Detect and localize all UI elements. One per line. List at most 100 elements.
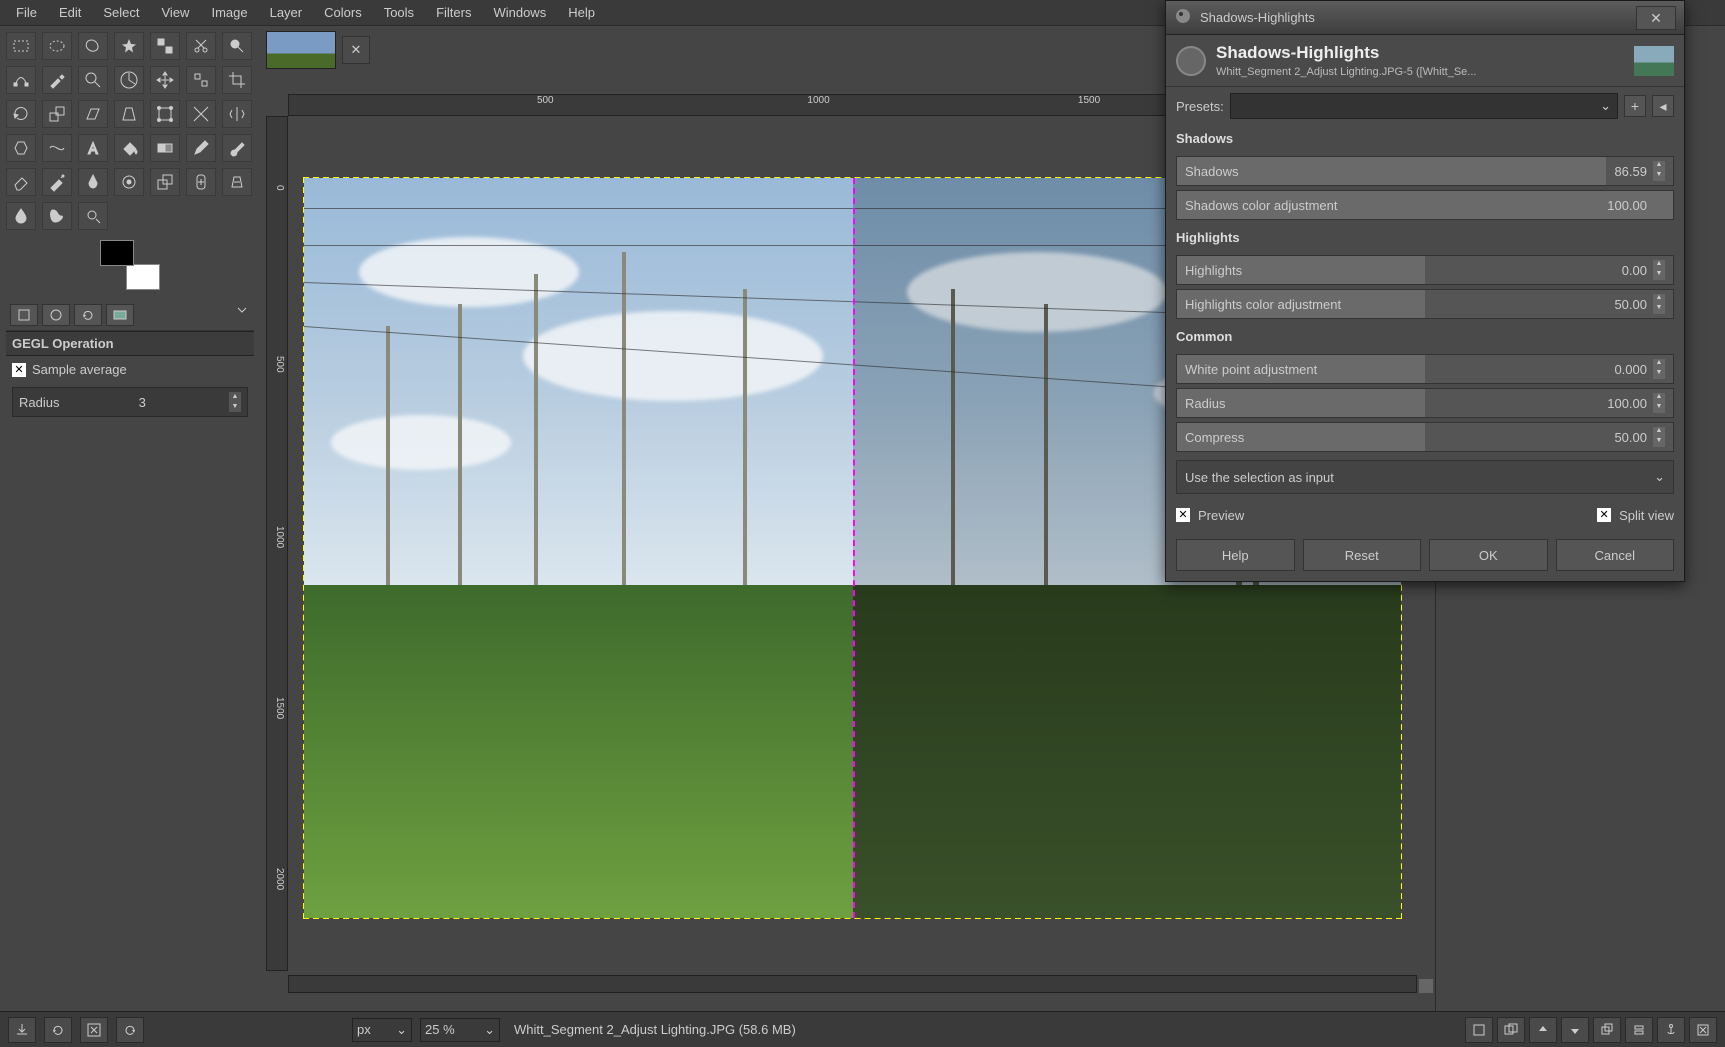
flip-tool[interactable] bbox=[222, 100, 252, 128]
anchor-layer-icon[interactable] bbox=[1657, 1017, 1685, 1043]
measure-tool[interactable] bbox=[114, 66, 144, 94]
spinner-icon[interactable]: ▲▼ bbox=[1653, 393, 1665, 413]
checkbox-checked-icon[interactable]: ✕ bbox=[12, 363, 26, 377]
heal-tool[interactable] bbox=[186, 168, 216, 196]
pencil-tool[interactable] bbox=[186, 134, 216, 162]
perspective-tool[interactable] bbox=[114, 100, 144, 128]
airbrush-tool[interactable] bbox=[42, 168, 72, 196]
fuzzy-select-tool[interactable] bbox=[114, 32, 144, 60]
compress-slider[interactable]: Compress 50.00 ▲▼ bbox=[1176, 422, 1674, 452]
selection-input-dropdown[interactable]: Use the selection as input ⌄ bbox=[1176, 460, 1674, 494]
menu-help[interactable]: Help bbox=[558, 2, 605, 23]
merge-layer-icon[interactable] bbox=[1625, 1017, 1653, 1043]
foreground-select-tool[interactable] bbox=[222, 32, 252, 60]
fg-bg-colors[interactable] bbox=[100, 240, 160, 290]
dialog-close-icon[interactable]: ✕ bbox=[1636, 6, 1676, 30]
menu-filters[interactable]: Filters bbox=[426, 2, 481, 23]
split-view-divider[interactable] bbox=[853, 178, 855, 918]
rotate-tool[interactable] bbox=[6, 100, 36, 128]
duplicate-layer-icon[interactable] bbox=[1593, 1017, 1621, 1043]
fg-color-swatch[interactable] bbox=[100, 240, 134, 266]
close-tab-icon[interactable]: ✕ bbox=[342, 36, 370, 64]
shear-tool[interactable] bbox=[78, 100, 108, 128]
ok-button[interactable]: OK bbox=[1429, 539, 1548, 571]
text-tool[interactable] bbox=[78, 134, 108, 162]
cage-tool[interactable] bbox=[6, 134, 36, 162]
radius-spinner[interactable]: ▲▼ bbox=[229, 392, 241, 412]
bg-color-swatch[interactable] bbox=[126, 264, 160, 290]
configure-tab-icon[interactable] bbox=[236, 304, 250, 318]
new-group-icon[interactable] bbox=[1497, 1017, 1525, 1043]
scale-tool[interactable] bbox=[42, 100, 72, 128]
presets-dropdown[interactable]: ⌄ bbox=[1230, 93, 1618, 119]
menu-colors[interactable]: Colors bbox=[314, 2, 372, 23]
mypaint-tool[interactable] bbox=[114, 168, 144, 196]
spinner-icon[interactable]: ▲▼ bbox=[1653, 359, 1665, 379]
menu-select[interactable]: Select bbox=[93, 2, 149, 23]
navigation-icon[interactable] bbox=[1419, 979, 1433, 993]
reset-button[interactable]: Reset bbox=[1303, 539, 1422, 571]
whitepoint-slider[interactable]: White point adjustment 0.000 ▲▼ bbox=[1176, 354, 1674, 384]
menu-file[interactable]: File bbox=[6, 2, 47, 23]
eraser-tool[interactable] bbox=[6, 168, 36, 196]
images-tab-icon[interactable] bbox=[106, 304, 134, 326]
menu-image[interactable]: Image bbox=[201, 2, 257, 23]
spinner-icon[interactable]: ▲▼ bbox=[1653, 427, 1665, 447]
highlights-slider[interactable]: Highlights 0.00 ▲▼ bbox=[1176, 255, 1674, 285]
clone-tool[interactable] bbox=[150, 168, 180, 196]
dialog-titlebar[interactable]: Shadows-Highlights ✕ bbox=[1166, 1, 1684, 35]
preview-checkbox-icon[interactable]: ✕ bbox=[1176, 508, 1190, 522]
gradient-tool[interactable] bbox=[150, 134, 180, 162]
highlights-color-slider[interactable]: Highlights color adjustment 50.00 ▲▼ bbox=[1176, 289, 1674, 319]
shadows-color-slider[interactable]: Shadows color adjustment 100.00 ▲▼ bbox=[1176, 190, 1674, 220]
tool-options-tab-icon[interactable] bbox=[10, 304, 38, 326]
ink-tool[interactable] bbox=[78, 168, 108, 196]
new-layer-icon[interactable] bbox=[1465, 1017, 1493, 1043]
document-tab-thumbnail[interactable] bbox=[266, 31, 336, 69]
raise-layer-icon[interactable] bbox=[1529, 1017, 1557, 1043]
handle-transform-tool[interactable] bbox=[186, 100, 216, 128]
menu-layer[interactable]: Layer bbox=[260, 2, 313, 23]
delete-layer-icon[interactable] bbox=[1689, 1017, 1717, 1043]
spinner-icon[interactable]: ▲▼ bbox=[1653, 161, 1665, 181]
save-icon[interactable] bbox=[8, 1017, 36, 1043]
free-select-tool[interactable] bbox=[78, 32, 108, 60]
menu-edit[interactable]: Edit bbox=[49, 2, 91, 23]
menu-view[interactable]: View bbox=[152, 2, 200, 23]
scissors-tool[interactable] bbox=[186, 32, 216, 60]
menu-windows[interactable]: Windows bbox=[483, 2, 556, 23]
spinner-icon[interactable]: ▲▼ bbox=[1653, 294, 1665, 314]
sample-average-row[interactable]: ✕ Sample average bbox=[6, 356, 254, 383]
delete-icon[interactable] bbox=[80, 1017, 108, 1043]
cancel-button[interactable]: Cancel bbox=[1556, 539, 1675, 571]
units-dropdown[interactable]: px ⌄ bbox=[352, 1018, 412, 1042]
lower-layer-icon[interactable] bbox=[1561, 1017, 1589, 1043]
ellipse-select-tool[interactable] bbox=[42, 32, 72, 60]
add-preset-icon[interactable]: + bbox=[1624, 95, 1646, 117]
manage-presets-icon[interactable]: ◂ bbox=[1652, 95, 1674, 117]
vertical-ruler[interactable]: 0 500 1000 1500 2000 bbox=[266, 116, 288, 971]
help-button[interactable]: Help bbox=[1176, 539, 1295, 571]
align-tool[interactable] bbox=[186, 66, 216, 94]
redo-icon[interactable] bbox=[116, 1017, 144, 1043]
spinner-icon[interactable]: ▲▼ bbox=[1653, 260, 1665, 280]
menu-tools[interactable]: Tools bbox=[374, 2, 424, 23]
rect-select-tool[interactable] bbox=[6, 32, 36, 60]
dodge-tool[interactable] bbox=[78, 202, 108, 230]
zoom-tool[interactable] bbox=[78, 66, 108, 94]
smudge-tool[interactable] bbox=[42, 202, 72, 230]
unified-transform-tool[interactable] bbox=[150, 100, 180, 128]
undo-icon[interactable] bbox=[44, 1017, 72, 1043]
paintbrush-tool[interactable] bbox=[222, 134, 252, 162]
by-color-select-tool[interactable] bbox=[150, 32, 180, 60]
crop-tool[interactable] bbox=[222, 66, 252, 94]
dialog-radius-slider[interactable]: Radius 100.00 ▲▼ bbox=[1176, 388, 1674, 418]
blur-tool[interactable] bbox=[6, 202, 36, 230]
perspective-clone-tool[interactable] bbox=[222, 168, 252, 196]
radius-slider[interactable]: Radius 3 ▲▼ bbox=[12, 387, 248, 417]
paths-tool[interactable] bbox=[6, 66, 36, 94]
move-tool[interactable] bbox=[150, 66, 180, 94]
horizontal-scrollbar[interactable] bbox=[288, 975, 1417, 993]
device-status-tab-icon[interactable] bbox=[42, 304, 70, 326]
splitview-checkbox-icon[interactable]: ✕ bbox=[1597, 508, 1611, 522]
